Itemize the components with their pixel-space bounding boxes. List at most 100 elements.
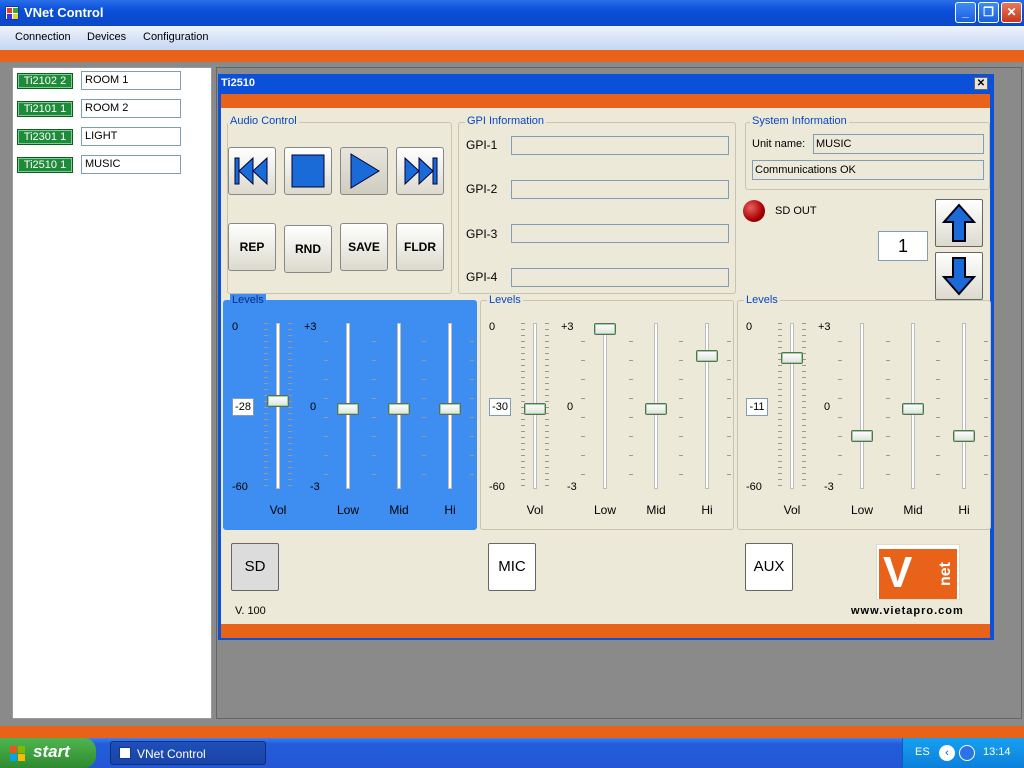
device-window-close-button[interactable]: ✕ — [974, 77, 988, 90]
system-tray: ES ‹ 13:14 — [902, 738, 1024, 768]
low-slider-thumb[interactable] — [337, 403, 359, 415]
restore-button[interactable]: ❐ — [978, 2, 999, 23]
vol-label: Vol — [269, 503, 287, 517]
logo-v: V — [879, 549, 935, 599]
play-icon — [350, 153, 380, 189]
volume-value: -30 — [489, 398, 511, 416]
gpi-1-field — [511, 136, 729, 155]
low-label: Low — [336, 503, 359, 517]
device-badge[interactable]: Ti2102 2 — [17, 73, 73, 89]
device-window-body: Audio Control REP RND SAVE FLDR GPI Info… — [221, 94, 991, 638]
gpi-2-field — [511, 180, 729, 199]
bottom-accent-strip — [0, 726, 1024, 738]
levels-label: Levels — [487, 294, 523, 306]
minimize-button[interactable]: _ — [955, 2, 976, 23]
menu-bar: Connection Devices Configuration — [0, 26, 1024, 50]
levels-panel: Levels 0 -60 -11 +3 0 -3 Vol Low Mid Hi — [737, 294, 991, 530]
arrow-down-icon — [941, 257, 977, 296]
eq-ticks — [679, 323, 683, 489]
volume-slider-thumb[interactable] — [781, 351, 803, 364]
levels-label: Levels — [230, 294, 266, 306]
device-name-field[interactable]: LIGHT — [81, 127, 181, 146]
mid-slider-thumb[interactable] — [902, 403, 924, 415]
vol-scale-top: 0 — [232, 321, 239, 333]
hi-slider-thumb[interactable] — [696, 350, 718, 363]
gpi-3-field — [511, 224, 729, 243]
sd-out-led — [743, 200, 765, 222]
device-name-field[interactable]: MUSIC — [81, 155, 181, 174]
volume-value: -28 — [232, 398, 254, 416]
repeat-button[interactable]: REP — [228, 223, 276, 271]
gpi-4-field — [511, 268, 729, 287]
down-button[interactable] — [935, 252, 983, 300]
chevron-left-icon[interactable]: ‹ — [939, 745, 955, 761]
vol-label: Vol — [526, 503, 544, 517]
network-icon[interactable] — [959, 745, 975, 761]
gpi-2-label: GPI-2 — [466, 182, 498, 196]
mid-slider-thumb[interactable] — [645, 403, 667, 415]
eq-ticks — [838, 323, 842, 489]
vol-scale-bottom: -60 — [232, 481, 248, 493]
eq-scale-bottom: -3 — [310, 481, 320, 493]
website-link[interactable]: www.vietapro.com — [851, 605, 964, 617]
levels-panel: Levels 0 -60 -28 +3 0 -3 Vol Low Mid Hi — [223, 294, 477, 530]
eq-scale-bottom: -3 — [824, 481, 834, 493]
eq-scale-top: +3 — [818, 321, 831, 333]
window-title: VNet Control — [24, 5, 104, 20]
close-button[interactable]: ✕ — [1001, 2, 1022, 23]
device-badge[interactable]: Ti2301 1 — [17, 129, 73, 145]
gpi-label: GPI Information — [465, 115, 547, 127]
app-icon — [119, 747, 131, 759]
volume-slider-thumb[interactable] — [267, 395, 289, 407]
low-label: Low — [593, 503, 616, 517]
device-badge[interactable]: Ti2101 1 — [17, 101, 73, 117]
device-badge[interactable]: Ti2510 1 — [17, 157, 73, 173]
source-aux-button[interactable]: AUX — [745, 543, 793, 591]
vol-ticks — [802, 323, 806, 489]
volume-slider-thumb[interactable] — [524, 403, 546, 415]
hi-slider-thumb[interactable] — [953, 430, 975, 443]
mid-slider-thumb[interactable] — [388, 403, 410, 415]
menu-connection[interactable]: Connection — [15, 31, 71, 43]
unit-name-label: Unit name: — [752, 138, 806, 150]
eq-ticks — [470, 323, 474, 489]
device-window: Ti2510 ✕ Audio Control REP RND SAVE FLDR… — [218, 74, 994, 640]
levels-label: Levels — [744, 294, 780, 306]
levels-panel: Levels 0 -60 -30 +3 0 -3 Vol Low Mid Hi — [480, 294, 734, 530]
next-track-button[interactable] — [396, 147, 444, 195]
folder-button[interactable]: FLDR — [396, 223, 444, 271]
taskbar-item-vnet[interactable]: VNet Control — [110, 741, 266, 765]
hi-slider-thumb[interactable] — [439, 403, 461, 415]
low-slider-thumb[interactable] — [594, 323, 616, 335]
hi-label: Hi — [701, 503, 713, 517]
random-button[interactable]: RND — [284, 225, 332, 273]
sd-out-label: SD OUT — [775, 205, 817, 217]
device-name-field[interactable]: ROOM 2 — [81, 99, 181, 118]
low-track — [860, 323, 864, 489]
communications-status: Communications OK — [752, 160, 984, 180]
vol-track — [790, 323, 794, 489]
stop-button[interactable] — [284, 147, 332, 195]
save-button[interactable]: SAVE — [340, 223, 388, 271]
menu-configuration[interactable]: Configuration — [143, 31, 208, 43]
up-button[interactable] — [935, 199, 983, 247]
play-button[interactable] — [340, 147, 388, 195]
mid-label: Mid — [903, 503, 923, 517]
menu-devices[interactable]: Devices — [87, 31, 126, 43]
source-sd-button[interactable]: SD — [231, 543, 279, 591]
eq-scale-mid: 0 — [310, 401, 317, 413]
title-bar: VNet Control _ ❐ ✕ — [0, 0, 1024, 26]
low-slider-thumb[interactable] — [851, 430, 873, 443]
counter-display: 1 — [878, 231, 928, 261]
device-name-field[interactable]: ROOM 1 — [81, 71, 181, 90]
hi-label: Hi — [444, 503, 456, 517]
previous-track-button[interactable] — [228, 147, 276, 195]
volume-value: -11 — [746, 398, 768, 416]
vol-scale-top: 0 — [489, 321, 496, 333]
start-button[interactable]: start — [0, 738, 96, 768]
source-mic-button[interactable]: MIC — [488, 543, 536, 591]
language-indicator[interactable]: ES — [915, 746, 930, 758]
gpi-1-label: GPI-1 — [466, 138, 498, 152]
mid-label: Mid — [646, 503, 666, 517]
low-track — [603, 323, 607, 489]
